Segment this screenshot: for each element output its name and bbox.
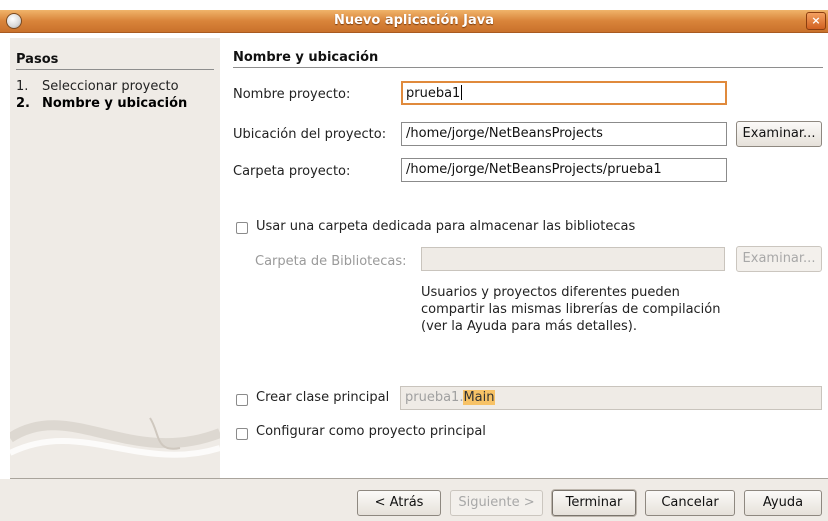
browse-library-button[interactable]: Examinar... — [736, 246, 822, 272]
browse-location-button[interactable]: Examinar... — [736, 121, 822, 147]
library-folder-input[interactable] — [421, 247, 725, 271]
main-class-input[interactable]: prueba1.Main — [400, 386, 822, 410]
library-folder-label: Carpeta de Bibliotecas: — [255, 254, 407, 269]
step-label: Nombre y ubicación — [42, 96, 188, 111]
project-location-label: Ubicación del proyecto: — [233, 127, 387, 142]
dedicated-folder-checkbox[interactable] — [236, 222, 248, 234]
main-class-package: prueba1. — [405, 390, 464, 405]
project-location-input[interactable]: /home/jorge/NetBeansProjects — [401, 122, 727, 146]
step-number: 2. — [16, 96, 30, 111]
next-button[interactable]: Siguiente > — [450, 490, 543, 516]
step-item-2: 2. Nombre y ubicación — [16, 96, 187, 111]
main-project-label[interactable]: Configurar como proyecto principal — [256, 424, 486, 439]
finish-button[interactable]: Terminar — [552, 490, 636, 516]
step-item-1: 1. Seleccionar proyecto — [16, 79, 179, 94]
step-label: Seleccionar proyecto — [42, 79, 179, 94]
back-button[interactable]: < Atrás — [357, 490, 441, 516]
title-bar[interactable]: Nuevo aplicación Java × — [0, 10, 828, 33]
main-class-checkbox[interactable] — [236, 394, 248, 406]
project-folder-input[interactable]: /home/jorge/NetBeansProjects/prueba1 — [401, 158, 727, 182]
section-divider — [233, 67, 823, 68]
project-name-label: Nombre proyecto: — [233, 87, 351, 102]
steps-title: Pasos — [16, 52, 59, 67]
main-project-checkbox[interactable] — [236, 428, 248, 440]
decorative-swoosh — [10, 417, 220, 458]
step-number: 1. — [16, 79, 29, 94]
text-caret — [461, 85, 463, 100]
project-name-value: prueba1 — [406, 86, 461, 101]
library-description: Usuarios y proyectos diferentes pueden c… — [421, 285, 721, 334]
section-title: Nombre y ubicación — [233, 50, 379, 65]
window-title: Nuevo aplicación Java — [333, 13, 495, 28]
main-class-name: Main — [463, 390, 495, 405]
steps-divider — [16, 69, 214, 70]
top-strip — [0, 0, 828, 10]
close-button[interactable]: × — [806, 12, 826, 30]
project-folder-label: Carpeta proyecto: — [233, 164, 351, 179]
cancel-button[interactable]: Cancelar — [645, 490, 735, 516]
help-button[interactable]: Ayuda — [744, 490, 822, 516]
dedicated-folder-label[interactable]: Usar una carpeta dedicada para almacenar… — [256, 219, 635, 234]
main-class-label[interactable]: Crear clase principal — [256, 390, 389, 405]
project-name-input[interactable]: prueba1 — [401, 81, 727, 105]
